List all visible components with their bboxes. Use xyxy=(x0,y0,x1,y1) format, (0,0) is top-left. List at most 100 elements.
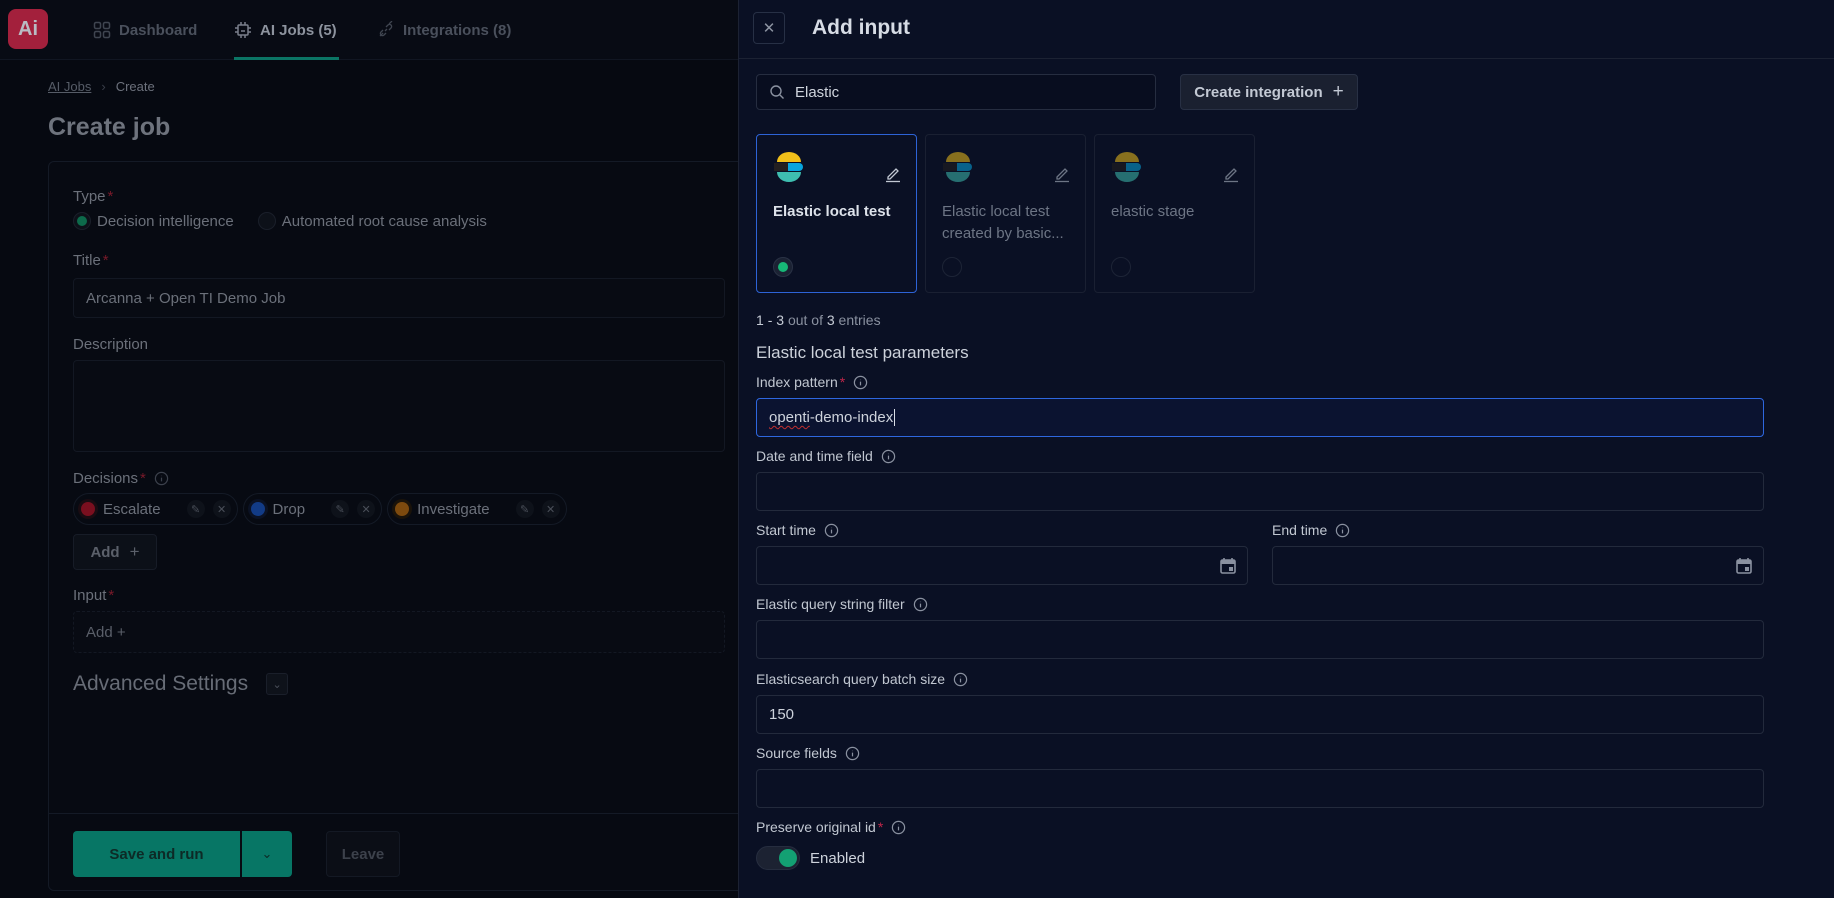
calendar-icon[interactable] xyxy=(1219,557,1237,575)
type-label: Type * xyxy=(73,188,114,205)
nav-dashboard-label: Dashboard xyxy=(119,21,198,39)
save-button-group: Save and run ⌄ xyxy=(73,831,292,877)
remove-x-icon[interactable]: ✕ xyxy=(357,500,376,518)
drawer-header: ✕ Add input xyxy=(739,0,1834,59)
source-fields-input[interactable] xyxy=(756,769,1764,808)
integration-card[interactable]: elastic stage xyxy=(1094,134,1255,293)
info-icon[interactable] xyxy=(1335,523,1350,538)
integration-card[interactable]: Elastic local test xyxy=(756,134,917,293)
info-icon[interactable] xyxy=(913,597,928,612)
integration-radio-unchecked[interactable] xyxy=(1111,257,1131,277)
add-decision-button[interactable]: Add + xyxy=(73,534,157,570)
plus-icon: + xyxy=(1332,81,1344,102)
close-icon[interactable]: ✕ xyxy=(753,12,785,44)
batch-size-input[interactable]: 150 xyxy=(756,695,1764,734)
create-integration-button[interactable]: Create integration + xyxy=(1180,74,1358,110)
type-option-decision-intelligence[interactable]: Decision intelligence xyxy=(73,212,234,230)
end-time-label: End time xyxy=(1272,522,1350,538)
decision-chips: Escalate ✎ ✕ Drop ✎ ✕ Investigate ✎ ✕ xyxy=(73,493,567,525)
breadcrumb: AI Jobs › Create xyxy=(48,79,155,94)
plus-icon: + xyxy=(129,542,140,561)
logo-text: Ai xyxy=(18,17,38,40)
breadcrumb-current: Create xyxy=(115,79,155,94)
integration-radio-unchecked[interactable] xyxy=(942,257,962,277)
integration-card[interactable]: Elastic local test created by basic... xyxy=(925,134,1086,293)
nav-ai-jobs-label: AI Jobs (5) xyxy=(260,21,337,39)
start-time-label: Start time xyxy=(756,522,839,538)
save-and-run-button[interactable]: Save and run xyxy=(73,831,240,877)
chevron-right-icon: › xyxy=(101,79,106,94)
type-option-root-cause[interactable]: Automated root cause analysis xyxy=(257,212,487,230)
date-time-field-input[interactable] xyxy=(756,472,1764,511)
decision-color-dot xyxy=(250,502,265,516)
app-logo[interactable]: Ai xyxy=(8,9,48,49)
info-icon[interactable] xyxy=(824,523,839,538)
index-pattern-input[interactable]: openti -demo-index xyxy=(756,398,1764,437)
query-filter-label: Elastic query string filter xyxy=(756,596,928,612)
integration-name: Elastic local test xyxy=(773,203,891,220)
nav-ai-jobs[interactable]: AI Jobs (5) xyxy=(234,0,339,60)
save-options-chevron-icon[interactable]: ⌄ xyxy=(242,831,292,877)
search-field[interactable] xyxy=(756,74,1156,110)
end-time-input[interactable] xyxy=(1272,546,1764,585)
integration-cards: Elastic local test Elastic local test cr… xyxy=(756,134,1255,293)
info-icon[interactable] xyxy=(845,746,860,761)
dashboard-grid-icon xyxy=(93,21,111,39)
description-label: Description xyxy=(73,336,149,353)
edit-pencil-icon[interactable]: ✎ xyxy=(331,500,350,518)
info-icon[interactable] xyxy=(853,375,868,390)
edit-pencil-icon[interactable] xyxy=(884,165,902,183)
decision-color-dot xyxy=(395,502,410,516)
add-input-drawer: ✕ Add input Create integration + Elastic… xyxy=(738,0,1834,898)
preserve-id-toggle[interactable] xyxy=(756,846,800,870)
remove-x-icon[interactable]: ✕ xyxy=(212,500,231,518)
edit-pencil-icon[interactable] xyxy=(1053,165,1071,183)
remove-x-icon[interactable]: ✕ xyxy=(541,500,560,518)
page-title: Create job xyxy=(48,113,171,141)
start-time-input[interactable] xyxy=(756,546,1248,585)
edit-pencil-icon[interactable]: ✎ xyxy=(186,500,205,518)
chip-icon xyxy=(235,22,251,38)
chevron-down-icon[interactable]: ⌄ xyxy=(266,673,289,695)
advanced-settings[interactable]: Advanced Settings ⌄ xyxy=(73,672,289,696)
batch-size-label: Elasticsearch query batch size xyxy=(756,671,968,687)
radio-checked[interactable] xyxy=(73,212,91,230)
info-icon[interactable] xyxy=(953,672,968,687)
title-input[interactable]: Arcanna + Open TI Demo Job xyxy=(73,278,725,318)
integration-name: elastic stage xyxy=(1111,203,1195,220)
elastic-logo-icon xyxy=(1112,152,1141,182)
decision-color-dot xyxy=(81,502,95,516)
info-icon[interactable] xyxy=(881,449,896,464)
edit-pencil-icon[interactable]: ✎ xyxy=(515,500,534,518)
nav-dashboard[interactable]: Dashboard xyxy=(93,0,197,60)
calendar-icon[interactable] xyxy=(1735,557,1753,575)
decision-chip-escalate[interactable]: Escalate ✎ ✕ xyxy=(73,493,238,525)
info-icon[interactable] xyxy=(891,820,906,835)
index-pattern-label: Index pattern * xyxy=(756,374,868,390)
description-textarea[interactable] xyxy=(73,360,725,452)
search-input[interactable] xyxy=(795,83,1135,101)
source-fields-label: Source fields xyxy=(756,745,860,761)
toggle-knob xyxy=(779,849,797,867)
search-icon xyxy=(770,85,784,99)
decision-chip-drop[interactable]: Drop ✎ ✕ xyxy=(242,493,383,525)
nav-integrations[interactable]: Integrations (8) xyxy=(377,0,511,60)
radio-unchecked[interactable] xyxy=(257,212,276,230)
create-job-form: Type * Decision intelligence Automated ro… xyxy=(48,161,749,891)
entries-count: 1 - 3 out of 3 entries xyxy=(756,312,881,328)
info-icon[interactable] xyxy=(154,471,169,486)
params-title: Elastic local test parameters xyxy=(756,343,969,362)
add-input-button[interactable]: Add + xyxy=(73,611,725,653)
integration-radio-checked[interactable] xyxy=(773,257,793,277)
decision-chip-investigate[interactable]: Investigate ✎ ✕ xyxy=(387,493,567,525)
text-caret xyxy=(894,409,896,426)
drawer-title: Add input xyxy=(812,16,910,39)
breadcrumb-ai-jobs[interactable]: AI Jobs xyxy=(48,79,91,94)
title-label: Title * xyxy=(73,252,109,269)
query-filter-input[interactable] xyxy=(756,620,1764,659)
app: Ai Dashboard AI Jobs (5) Integrations (8… xyxy=(0,0,1834,898)
nav-integrations-label: Integrations (8) xyxy=(403,21,512,39)
edit-pencil-icon[interactable] xyxy=(1222,165,1240,183)
leave-button[interactable]: Leave xyxy=(326,831,400,877)
plug-icon xyxy=(379,21,393,37)
